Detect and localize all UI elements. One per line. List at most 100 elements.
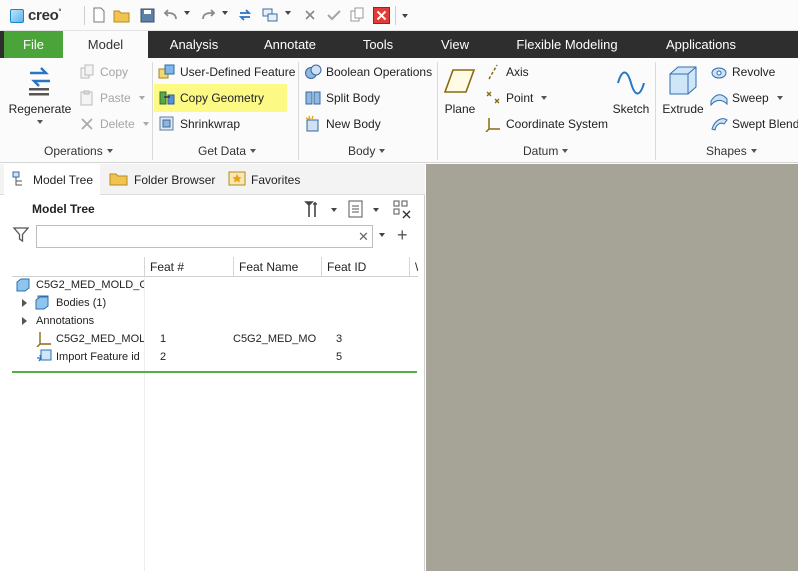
- column-filter-icon[interactable]: [392, 199, 412, 222]
- close-window-icon[interactable]: [301, 6, 319, 24]
- clear-search-icon[interactable]: ✕: [358, 229, 369, 245]
- regenerate-button[interactable]: Regenerate: [8, 64, 72, 124]
- new-body-button[interactable]: New Body: [304, 113, 381, 135]
- tree-row-part[interactable]: C5G2_MED_MOLD_G: [12, 276, 418, 294]
- coordinate-system-icon: [484, 115, 502, 133]
- swept-blend-button[interactable]: Swept Blend: [710, 113, 798, 135]
- tree-row-coordinate-system[interactable]: C5G2_MED_MOLI 1 C5G2_MED_MOL 3: [12, 330, 418, 348]
- point-label: Point: [506, 91, 534, 105]
- column-header-feat-id[interactable]: Feat ID: [321, 257, 409, 277]
- tab-model[interactable]: Model: [63, 31, 148, 58]
- group-label-datum[interactable]: Datum: [523, 144, 569, 158]
- boolean-operations-button[interactable]: Boolean Operations: [304, 61, 432, 83]
- settings-tools-icon[interactable]: [303, 199, 323, 222]
- insert-here-line[interactable]: [12, 371, 417, 373]
- tab-applications[interactable]: Applications: [657, 31, 745, 58]
- show-options-icon[interactable]: [347, 200, 365, 221]
- group-label-operations[interactable]: Operations: [44, 144, 113, 158]
- copy-button[interactable]: Copy: [78, 61, 128, 83]
- tab-file[interactable]: File: [4, 31, 63, 58]
- redo-icon[interactable]: [199, 6, 217, 24]
- tree-item-name: Annotations: [36, 315, 95, 327]
- sweep-button[interactable]: Sweep: [710, 87, 783, 109]
- tab-model-tree[interactable]: Model Tree: [4, 164, 100, 196]
- exit-icon[interactable]: [372, 6, 390, 24]
- qat-divider: [84, 6, 85, 25]
- axis-button[interactable]: Axis: [484, 61, 529, 83]
- paste-dropdown-icon[interactable]: [138, 96, 145, 100]
- tree-row-annotations[interactable]: Annotations: [12, 312, 418, 330]
- group-label-shapes[interactable]: Shapes: [706, 144, 757, 158]
- column-header-feat-name[interactable]: Feat Name: [233, 257, 321, 277]
- tab-annotate[interactable]: Annotate: [256, 31, 324, 58]
- tree-item-feat-id: 3: [336, 333, 343, 345]
- tab-tools[interactable]: Tools: [355, 31, 401, 58]
- graphics-area[interactable]: [426, 164, 798, 571]
- ribbon-tab-bar: File Model Analysis Annotate Tools View …: [0, 31, 798, 58]
- model-tree-search-input[interactable]: [36, 225, 373, 248]
- show-dropdown-icon[interactable]: [373, 208, 379, 212]
- tree-row-bodies[interactable]: Bodies (1): [12, 294, 418, 312]
- settings-dropdown-icon[interactable]: [331, 208, 337, 212]
- tree-row-import-feature[interactable]: Import Feature id 2 5: [12, 348, 418, 366]
- regenerate-label: Regenerate: [8, 102, 72, 116]
- tree-item-name: C5G2_MED_MOLI: [56, 333, 144, 345]
- regenerate-dropdown-icon[interactable]: [37, 120, 43, 124]
- group-label-get-data[interactable]: Get Data: [198, 144, 257, 158]
- revolve-button[interactable]: Revolve: [710, 61, 775, 83]
- tree-item-feat-num: 1: [160, 333, 167, 345]
- tab-flexible-modeling[interactable]: Flexible Modeling: [507, 31, 627, 58]
- qat-divider: [395, 6, 396, 25]
- plane-button[interactable]: Plane: [442, 64, 478, 116]
- save-icon[interactable]: [138, 6, 156, 24]
- copy-geometry-label: Copy Geometry: [180, 91, 265, 105]
- delete-dropdown-icon[interactable]: [142, 122, 149, 126]
- filter-icon[interactable]: [12, 225, 30, 246]
- shrinkwrap-button[interactable]: Shrinkwrap: [158, 113, 240, 135]
- column-header-more[interactable]: \: [409, 257, 418, 277]
- redo-dropdown-icon[interactable]: [222, 11, 228, 15]
- group-divider: [655, 62, 656, 160]
- copy-windows-icon[interactable]: [348, 6, 366, 24]
- customize-qat-icon[interactable]: [402, 14, 408, 18]
- undo-icon[interactable]: [162, 6, 180, 24]
- tab-folder-browser[interactable]: Folder Browser: [107, 164, 215, 195]
- chevron-down-icon: [379, 149, 386, 153]
- user-defined-feature-button[interactable]: User-Defined Feature: [158, 61, 295, 83]
- open-folder-icon[interactable]: [113, 6, 131, 24]
- point-button[interactable]: Point: [484, 87, 548, 109]
- expand-arrow-icon[interactable]: [22, 317, 27, 325]
- tab-analysis[interactable]: Analysis: [163, 31, 225, 58]
- windows-dropdown-icon[interactable]: [285, 11, 291, 15]
- column-header-feat-num[interactable]: Feat #: [144, 257, 233, 277]
- point-dropdown-icon[interactable]: [541, 96, 548, 100]
- copy-icon: [78, 63, 96, 81]
- sweep-dropdown-icon[interactable]: [776, 96, 783, 100]
- search-dropdown-icon[interactable]: [379, 233, 385, 237]
- paste-button[interactable]: Paste: [78, 87, 145, 109]
- regenerate-small-icon[interactable]: [236, 6, 254, 24]
- delete-button[interactable]: Delete: [78, 113, 149, 135]
- copy-geometry-icon: [158, 89, 176, 107]
- copy-geometry-button[interactable]: Copy Geometry: [154, 84, 287, 112]
- expand-arrow-icon[interactable]: [22, 299, 27, 307]
- group-label-body[interactable]: Body: [348, 144, 386, 158]
- checkmark-icon[interactable]: [325, 6, 343, 24]
- new-file-icon[interactable]: [90, 6, 108, 24]
- tab-view[interactable]: View: [433, 31, 477, 58]
- user-defined-feature-icon: [158, 63, 176, 81]
- delete-icon: [78, 115, 96, 133]
- coordinate-system-button[interactable]: Coordinate System: [484, 113, 608, 135]
- undo-dropdown-icon[interactable]: [184, 11, 190, 15]
- tab-favorites[interactable]: Favorites: [226, 164, 300, 195]
- chevron-down-icon: [250, 149, 257, 153]
- split-body-button[interactable]: Split Body: [304, 87, 380, 109]
- add-icon[interactable]: +: [397, 226, 408, 244]
- shrinkwrap-icon: [158, 115, 176, 133]
- windows-icon[interactable]: [261, 6, 279, 24]
- axis-icon: [484, 63, 502, 81]
- extrude-button[interactable]: Extrude: [660, 64, 706, 116]
- sketch-button[interactable]: Sketch: [611, 64, 651, 116]
- tree-item-name: C5G2_MED_MOLD_G: [36, 279, 144, 291]
- quick-access-toolbar: creo°: [0, 0, 798, 31]
